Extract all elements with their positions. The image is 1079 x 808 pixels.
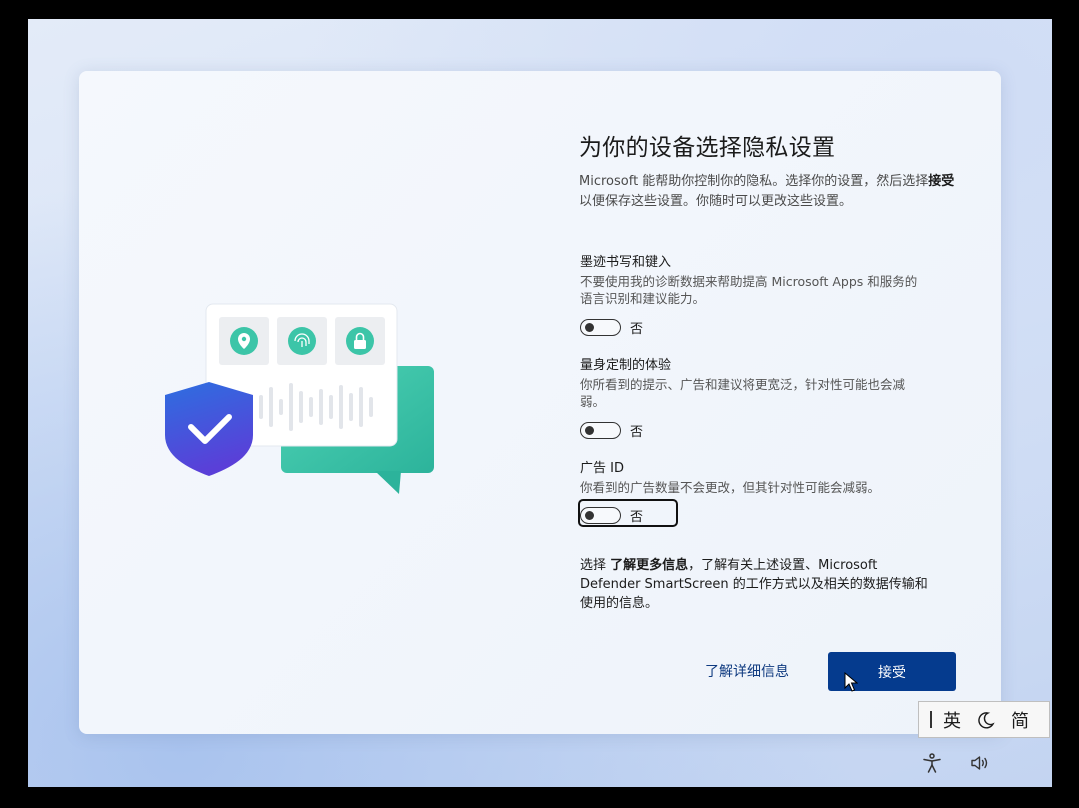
setting-ad-id-description: 你看到的广告数量不会更改，但其针对性可能会减弱。 <box>580 480 881 495</box>
speaker-icon[interactable] <box>969 752 991 774</box>
toggle-knob <box>585 322 594 332</box>
oobe-screen: 为你的设备选择隐私设置 Microsoft 能帮助你控制你的隐私。选择你的设置，… <box>28 19 1052 787</box>
setting-ad-id-toggle-row: 否 <box>578 499 678 527</box>
ime-charset[interactable]: 简 <box>1003 707 1037 733</box>
tailored-toggle-label: 否 <box>630 424 644 440</box>
learn-more-link[interactable]: 了解详细信息 <box>705 661 789 681</box>
setting-tailored-description: 你所看到的提示、广告和建议将更宽泛，针对性可能也会减弱。 <box>580 377 906 409</box>
advertising-id-toggle[interactable] <box>580 506 621 524</box>
ime-drag-handle[interactable] <box>930 711 932 728</box>
moon-icon[interactable] <box>969 710 1003 730</box>
setting-inking-title: 墨迹书写和键入 <box>580 255 672 270</box>
intro-accept-bold: 接受 <box>928 174 955 189</box>
inking-toggle-label: 否 <box>630 321 644 337</box>
more-info-text: 选择 了解更多信息，了解有关上述设置、Microsoft Defender Sm… <box>580 558 928 611</box>
ime-language-mode[interactable]: 英 <box>935 707 969 733</box>
setting-inking-description: 不要使用我的诊断数据来帮助提高 Microsoft Apps 和服务的语言识别和… <box>580 274 918 306</box>
accessibility-icon[interactable] <box>921 752 943 774</box>
setting-tailored-toggle-row: 否 <box>580 419 643 441</box>
shield-check-icon <box>165 382 253 476</box>
tailored-experience-toggle[interactable] <box>580 421 621 439</box>
ime-toolbar: 英 简 <box>918 701 1050 738</box>
mouse-cursor-icon <box>844 672 858 692</box>
inking-toggle[interactable] <box>580 318 621 336</box>
setting-ad-id-title: 广告 ID <box>580 461 624 476</box>
privacy-illustration <box>165 303 434 494</box>
setting-tailored-title: 量身定制的体验 <box>580 358 672 373</box>
toggle-knob <box>585 510 594 520</box>
page-title: 为你的设备选择隐私设置 <box>579 135 836 161</box>
privacy-settings-card: 为你的设备选择隐私设置 Microsoft 能帮助你控制你的隐私。选择你的设置，… <box>79 71 1001 734</box>
setting-inking-toggle-row: 否 <box>580 316 643 338</box>
toggle-knob <box>585 425 594 435</box>
intro-text: Microsoft 能帮助你控制你的隐私。选择你的设置，然后选择接受以便保存这些… <box>579 174 955 209</box>
